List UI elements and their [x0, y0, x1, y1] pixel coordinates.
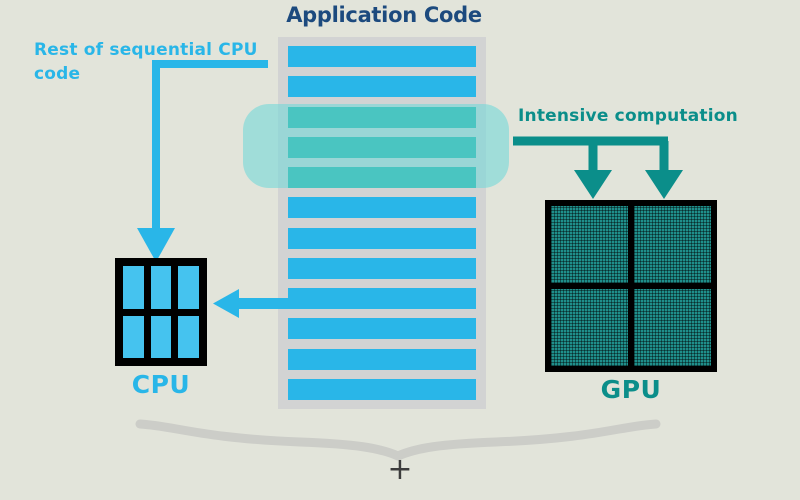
intensive-computation-label: Intensive computation — [518, 106, 738, 126]
code-row-sequential — [288, 76, 476, 98]
code-row-intensive — [288, 106, 476, 128]
code-row-sequential — [288, 227, 476, 249]
code-row-sequential — [288, 257, 476, 279]
gpu-quadrant — [634, 289, 711, 366]
plus-sign: + — [387, 452, 413, 487]
cpu-core — [178, 266, 199, 309]
code-row-sequential — [288, 46, 476, 67]
code-row-intensive — [288, 167, 476, 189]
code-row-sequential — [288, 318, 476, 340]
sequential-code-label: Rest of sequential CPU code — [34, 40, 258, 84]
cpu-core — [123, 266, 144, 309]
gpu-chip — [545, 200, 717, 372]
sequential-to-cpu-connector — [137, 60, 268, 262]
code-row-sequential — [288, 348, 476, 370]
diagram-canvas: Application Code Rest of sequential CPU … — [0, 0, 800, 500]
intensive-to-gpu-connector — [513, 136, 683, 199]
application-code-block — [278, 37, 486, 409]
gpu-label: GPU — [600, 375, 662, 404]
gpu-quadrant — [551, 206, 628, 283]
cpu-chip — [115, 258, 207, 366]
cpu-core — [178, 315, 199, 358]
cpu-label: CPU — [131, 370, 191, 399]
gpu-quadrant — [634, 206, 711, 283]
code-row-sequential — [288, 378, 476, 400]
gpu-quadrant — [551, 289, 628, 366]
cpu-core — [150, 315, 172, 358]
cpu-core — [123, 315, 144, 358]
code-row-sequential — [288, 197, 476, 219]
code-row-intensive — [288, 136, 476, 158]
code-row-sequential — [288, 288, 476, 310]
cpu-core — [150, 266, 172, 309]
page-title: Application Code — [286, 3, 482, 27]
